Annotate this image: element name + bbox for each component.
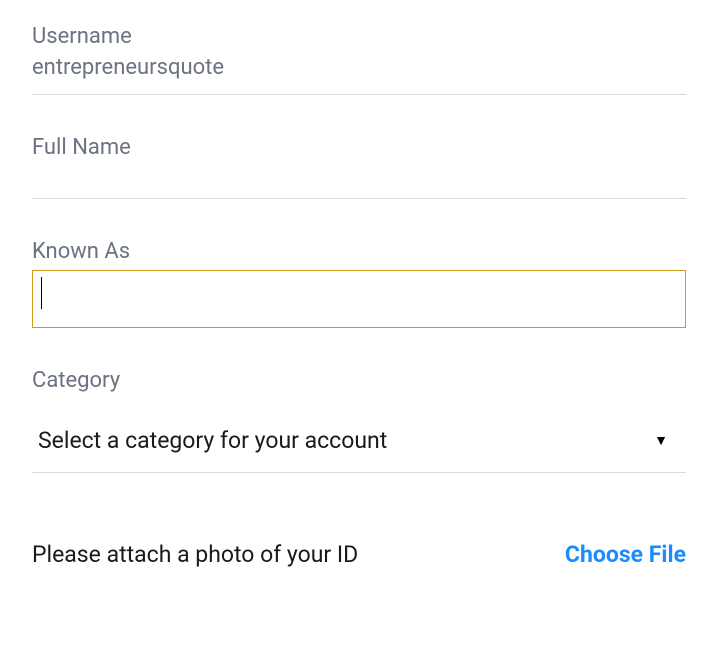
choose-file-button[interactable]: Choose File: [565, 541, 686, 568]
username-field: Username entrepreneursquote: [32, 24, 686, 95]
username-value[interactable]: entrepreneursquote: [32, 55, 686, 95]
knownas-input[interactable]: [32, 270, 686, 328]
fullname-label: Full Name: [32, 135, 686, 160]
knownas-field: Known As: [32, 239, 686, 328]
fullname-field: Full Name: [32, 135, 686, 199]
username-label: Username: [32, 24, 686, 49]
chevron-down-icon: ▼: [654, 432, 668, 449]
attach-row: Please attach a photo of your ID Choose …: [32, 541, 686, 568]
text-cursor: [41, 277, 42, 309]
attach-prompt: Please attach a photo of your ID: [32, 541, 358, 568]
fullname-value[interactable]: [32, 166, 686, 199]
knownas-label: Known As: [32, 239, 686, 264]
category-field: Category Select a category for your acco…: [32, 368, 686, 473]
category-placeholder: Select a category for your account: [38, 427, 387, 454]
category-select[interactable]: Select a category for your account ▼: [32, 417, 686, 473]
category-label: Category: [32, 368, 686, 393]
